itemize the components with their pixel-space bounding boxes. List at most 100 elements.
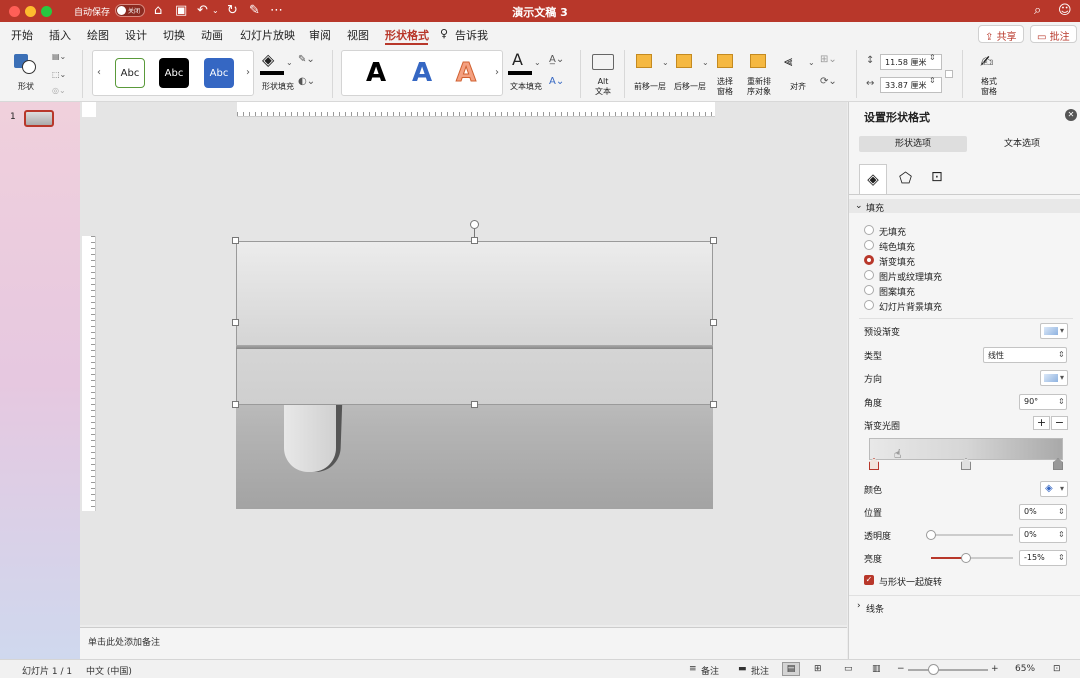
effects-pentagon-icon[interactable]: ⬠ [899,169,912,187]
tab-home[interactable]: 开始 [11,27,33,43]
rotate-icon[interactable]: ⟳⌄ [820,76,837,87]
radio-background-fill[interactable] [864,300,874,310]
wordart-sample-black[interactable]: A [366,58,386,88]
add-stop-button[interactable]: + [1033,416,1050,430]
selection-pane-button[interactable]: 选择 窗格 [710,50,740,96]
shape-fill-button[interactable]: ◈ ⌄ 形状填充 [258,50,294,94]
type-select[interactable]: 线性 ⇕ [983,347,1067,363]
slideshow-view-icon[interactable]: ▥ [872,664,881,674]
tab-shape-options[interactable]: 形状选项 [859,136,967,152]
text-outline-icon[interactable]: A̲⌄ [549,54,564,65]
zoom-in-button[interactable]: + [991,664,999,674]
rotate-with-shape-checkbox[interactable]: ✓ [864,575,874,585]
text-fill-button[interactable]: A ⌄ 文本填充 [506,50,546,94]
tab-shape-format[interactable]: 形状格式 [385,27,429,43]
share-button[interactable]: ⇪ 共享 [978,25,1024,43]
text-box-icon[interactable]: ▤⌄ [52,52,66,61]
reorder-objects-button[interactable]: 重新排 序对象 [742,50,776,96]
tab-design[interactable]: 设计 [125,27,147,43]
shape-effects-icon[interactable]: ◐⌄ [298,76,315,87]
zoom-level[interactable]: 65% [1015,664,1035,674]
tell-me-box[interactable]: 告诉我 [455,27,488,43]
slide-thumbnail[interactable] [24,110,54,127]
transparency-field[interactable]: 0% ⇕ [1019,527,1067,543]
reading-view-icon[interactable]: ▭ [844,664,853,674]
notes-toggle-button[interactable]: 备注 [701,664,719,677]
resize-handle-top-left[interactable] [232,237,239,244]
radio-picture-fill[interactable] [864,270,874,280]
alt-text-button[interactable]: Alt 文本 [588,50,618,96]
selected-rectangle[interactable] [236,241,713,405]
fit-to-window-icon[interactable]: ⊡ [1053,664,1061,674]
brightness-slider[interactable] [931,553,1013,563]
lock-aspect-checkbox[interactable] [945,70,953,78]
zoom-slider-thumb[interactable] [928,664,939,675]
wordart-sample-orange[interactable]: A [455,58,476,89]
comments-toggle-button[interactable]: 批注 [751,664,769,677]
remove-stop-button[interactable]: − [1051,416,1068,430]
radio-pattern-fill[interactable] [864,285,874,295]
format-pane-button[interactable]: ✍ 格式 窗格 [972,50,1006,96]
wordart-next-icon[interactable]: › [495,67,499,78]
style-sample-blue[interactable]: Abc [204,58,234,88]
line-section-chevron-icon[interactable]: › [857,601,861,611]
brightness-field[interactable]: -15% ⇕ [1019,550,1067,566]
resize-handle-bottom[interactable] [471,401,478,408]
merge-shapes-icon[interactable]: ◎⌄ [52,86,66,95]
resize-handle-top[interactable] [471,237,478,244]
tab-transitions[interactable]: 切换 [163,27,185,43]
radio-solid-fill[interactable] [864,240,874,250]
language-indicator[interactable]: 中文 (中国) [86,664,132,677]
line-section-label[interactable]: 线条 [866,602,884,615]
width-stepper-icon[interactable]: ⇕ [929,76,936,85]
preset-gradient-button[interactable]: ▾ [1040,323,1068,339]
resize-handle-bottom-right[interactable] [710,401,717,408]
slide[interactable] [236,241,713,509]
gradient-stop-3[interactable] [1053,458,1063,470]
close-panel-icon[interactable]: ✕ [1065,109,1077,121]
slider-thumb[interactable] [961,553,972,563]
radio-gradient-fill[interactable] [864,255,874,265]
gradient-stop-1[interactable] [869,458,879,470]
shape-button[interactable]: 形状 [10,50,50,94]
gallery-next-icon[interactable]: › [246,67,250,78]
tab-view[interactable]: 视图 [347,27,369,43]
send-backward-button[interactable]: ⌄ 后移一层 [670,50,710,96]
shape-outline-icon[interactable]: ✎⌄ [298,54,315,65]
tab-draw[interactable]: 绘图 [87,27,109,43]
tab-text-options[interactable]: 文本选项 [969,136,1075,152]
normal-view-button[interactable]: ▤ [782,662,800,676]
group-icon[interactable]: ⊞⌄ [820,54,837,65]
gallery-prev-icon[interactable]: ‹ [97,67,101,78]
radio-no-fill[interactable] [864,225,874,235]
wordart-sample-blue[interactable]: A [412,58,432,88]
search-icon[interactable]: ⌕ [1034,3,1041,18]
edit-shape-icon[interactable]: ⬚⌄ [52,70,66,79]
bring-forward-button[interactable]: ⌄ 前移一层 [630,50,670,96]
resize-handle-bottom-left[interactable] [232,401,239,408]
notes-pane[interactable]: 单击此处添加备注 [80,627,847,659]
gradient-stop-2[interactable] [961,458,971,470]
tab-slideshow[interactable]: 幻灯片放映 [240,27,295,43]
tab-insert[interactable]: 插入 [49,27,71,43]
transparency-slider[interactable] [926,530,1013,540]
height-stepper-icon[interactable]: ⇕ [929,53,936,62]
slide-sorter-view-icon[interactable]: ⊞ [814,664,822,674]
zoom-out-button[interactable]: − [897,664,905,674]
direction-button[interactable]: ▾ [1040,370,1068,386]
position-field[interactable]: 0% ⇕ [1019,504,1067,520]
style-sample-outline[interactable]: Abc [115,58,145,88]
account-icon[interactable]: ☺ [1058,3,1072,18]
align-button[interactable]: ⫷ ⌄ 对齐 [780,50,816,96]
color-picker-button[interactable]: ◈ ▾ [1040,481,1068,497]
tab-review[interactable]: 审阅 [309,27,331,43]
resize-handle-left[interactable] [232,319,239,326]
rotate-handle-icon[interactable] [470,220,479,229]
resize-handle-right[interactable] [710,319,717,326]
fill-line-tab[interactable]: ◈ [859,164,887,194]
comments-button[interactable]: ▭ 批注 [1030,25,1077,43]
tab-animations[interactable]: 动画 [201,27,223,43]
text-effects-icon[interactable]: A⌄ [549,76,564,87]
resize-handle-top-right[interactable] [710,237,717,244]
zoom-slider[interactable] [908,669,988,671]
